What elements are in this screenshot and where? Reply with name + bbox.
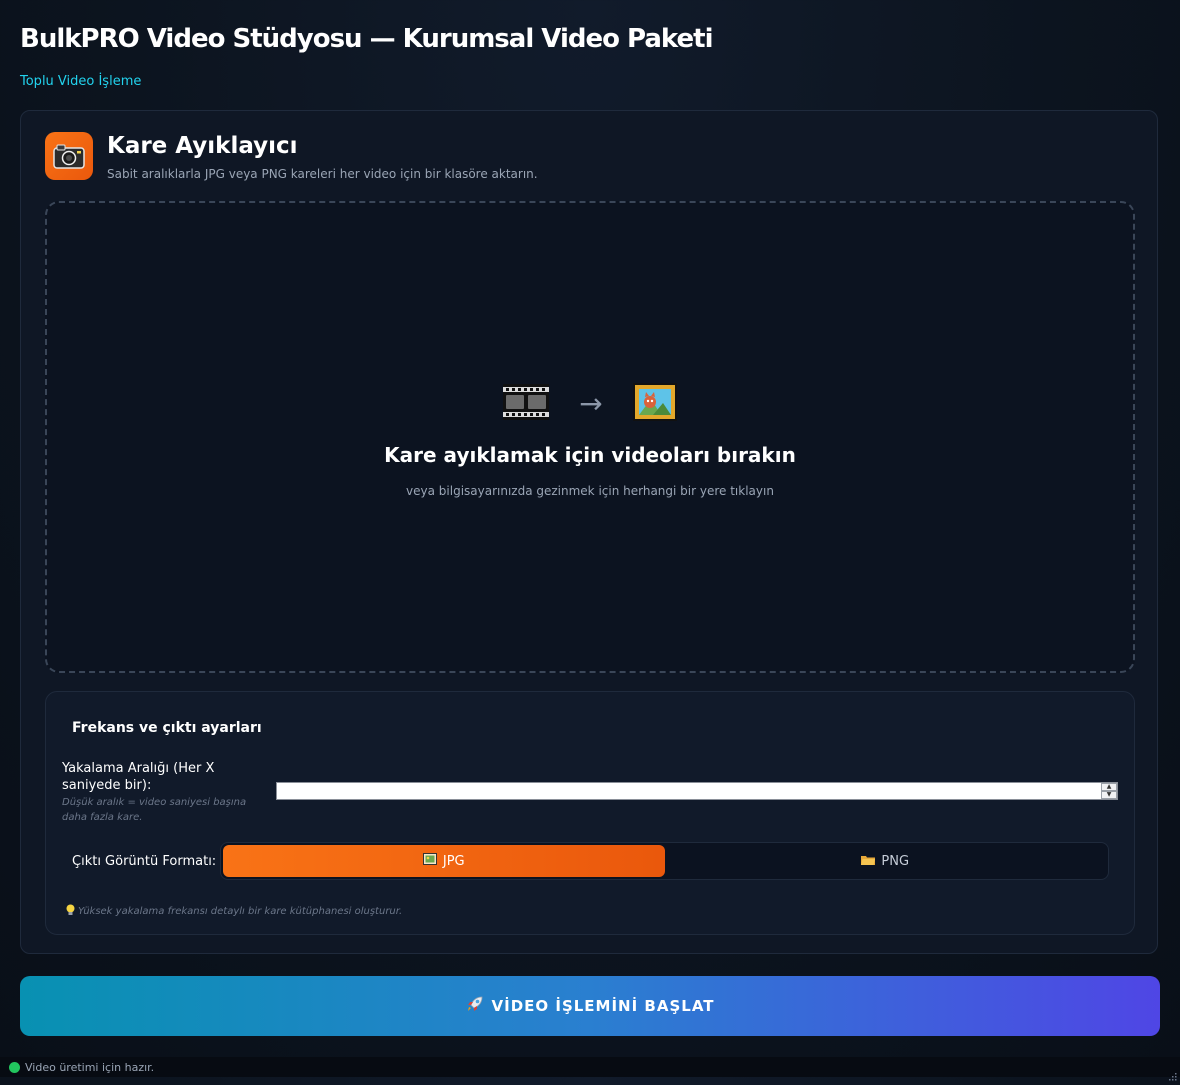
status-indicator-icon [9,1061,20,1073]
start-button-label: VİDEO İŞLEMİNİ BAŞLAT [491,997,715,1015]
format-png-button[interactable]: PNG [665,845,1107,877]
app-title: BulkPRO Video Stüdyosu — Kurumsal Video … [20,24,713,54]
settings-tip: Yüksek yakalama frekansı detaylı bir kar… [66,904,402,919]
dropzone-title: Kare ayıklamak için videoları bırakın [384,443,796,467]
settings-tip-text: Yüksek yakalama frekansı detaylı bir kar… [78,906,403,917]
format-toggle: JPG PNG [220,842,1109,880]
dropzone-icons: → [47,383,1133,425]
format-jpg-button[interactable]: JPG [223,845,665,877]
settings-card: Frekans ve çıktı ayarları Yakalama Aralı… [45,691,1135,935]
dropzone-subtitle: veya bilgisayarınızda gezinmek için herh… [406,484,774,498]
interval-hint: Düşük aralık = video saniyesi başına dah… [62,797,247,823]
tool-title: Kare Ayıklayıcı [107,133,298,159]
status-bar: Video üretimi için hazır. [0,1057,1180,1081]
resize-grip-icon[interactable] [1169,1066,1177,1081]
start-processing-button[interactable]: VİDEO İŞLEMİNİ BAŞLAT [20,976,1160,1036]
arrow-right-icon: → [579,387,603,420]
stepper-up-button[interactable]: ▲ [1101,783,1117,791]
interval-stepper[interactable]: ▲ ▼ [1101,783,1117,799]
format-png-label: PNG [881,853,910,869]
interval-input[interactable] [276,782,1118,800]
status-text: Video üretimi için hazır. [25,1060,155,1074]
film-strip-icon [503,384,550,424]
format-jpg-label: JPG [442,853,465,869]
app-subtitle: Toplu Video İşleme [20,74,142,89]
lightbulb-icon [66,904,75,919]
folder-icon [861,854,876,869]
tool-description: Sabit aralıklarla JPG veya PNG kareleri … [107,167,538,181]
frame-extractor-panel: Kare Ayıklayıcı Sabit aralıklarla JPG ve… [20,110,1158,954]
video-dropzone[interactable]: → Kare ayıklamak için videoları bırakın … [45,201,1135,673]
settings-title: Frekans ve çıktı ayarları [72,720,262,736]
image-file-icon [422,853,437,869]
framed-picture-icon [632,383,677,425]
stepper-down-button[interactable]: ▼ [1101,791,1117,799]
format-label: Çıktı Görüntü Formatı: [72,854,217,869]
rocket-icon [466,995,484,1017]
interval-label: Yakalama Aralığı (Her X saniyede bir): [62,761,215,793]
camera-icon [45,132,93,180]
